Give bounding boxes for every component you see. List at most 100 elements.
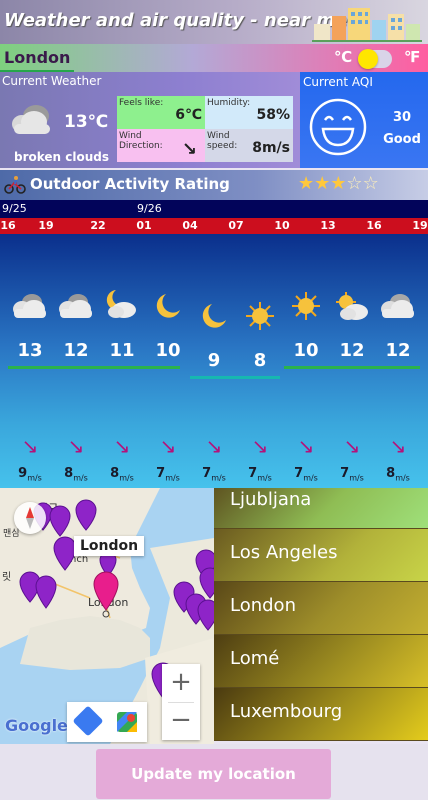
wind-speed-number: 8 — [64, 466, 74, 481]
weather-description: broken clouds — [14, 150, 110, 164]
wind-direction-arrow-icon: ↘ — [251, 434, 269, 458]
forecast-temperature: 12 — [63, 340, 89, 361]
forecast-hour: 01 — [136, 219, 152, 232]
wind-speed-number: 7 — [248, 466, 258, 481]
forecast-temperature: 12 — [385, 340, 411, 361]
activity-rating-label: Outdoor Activity Rating — [30, 175, 230, 193]
wind-direction-arrow-icon: ↘ — [113, 434, 131, 458]
forecast-temperature: 10 — [155, 340, 181, 361]
app-title: Weather and air quality - near me — [4, 10, 348, 31]
forecast-date: 9/26 — [137, 202, 162, 215]
sun-icon — [240, 300, 280, 332]
unit-toggle[interactable] — [358, 49, 392, 69]
city-skyline-icon — [312, 8, 422, 42]
temperature-trend-line — [284, 366, 420, 369]
wind-speed-number: 8 — [110, 466, 120, 481]
forecast-temperature: 13 — [17, 340, 43, 361]
forecast-wind-speed: 7m/s — [148, 466, 188, 483]
city-name: London — [230, 595, 296, 616]
wind-speed-number: 8 — [386, 466, 396, 481]
star-filled-icon: ★ — [298, 173, 315, 194]
forecast-wind-speed: 9m/s — [10, 466, 50, 483]
city-list-item[interactable]: Ljubljana — [214, 488, 428, 529]
city-name: Los Angeles — [230, 542, 338, 563]
forecast-wind-speed: 7m/s — [332, 466, 372, 483]
city-name: Lomé — [230, 648, 280, 669]
app-screen: Weather and air quality - near me London… — [0, 0, 428, 800]
cloudy-night-icon — [56, 290, 96, 322]
cloud-icon — [378, 290, 418, 322]
star-empty-icon: ☆ — [346, 173, 363, 194]
city-name: Luxembourg — [230, 701, 343, 722]
wind-direction-arrow-icon: ↘ — [343, 434, 361, 458]
fahrenheit-label: ℉ — [404, 48, 421, 66]
forecast-date: 9/25 — [2, 202, 27, 215]
location-bar: London ℃ ℉ — [0, 44, 428, 72]
weather-details-grid: Feels like: 6℃ Humidity: 58% Wind Direct… — [117, 96, 293, 162]
forecast-hour: 16 — [0, 219, 16, 232]
map-info-window[interactable]: London — [74, 536, 145, 556]
wind-direction-arrow-icon: ↘ — [21, 434, 39, 458]
forecast-wind-speed: 7m/s — [194, 466, 234, 483]
sun-icon — [286, 290, 326, 322]
wind-speed-unit: m/s — [257, 473, 272, 483]
city-list-item[interactable]: Luxembourg — [214, 688, 428, 741]
current-temperature: 13℃ — [64, 112, 109, 132]
forecast-temperature: 12 — [339, 340, 365, 361]
humidity-label: Humidity: — [207, 98, 251, 108]
feels-like-value: 6℃ — [175, 107, 202, 123]
forecast-hour: 04 — [182, 219, 198, 232]
forecast-wind-speed: 8m/s — [102, 466, 142, 483]
city-list-item[interactable]: Los Angeles — [214, 529, 428, 582]
map-view[interactable]: 여구 맨심 릿 nch London 파리 — [0, 488, 214, 744]
directions-icon[interactable] — [72, 705, 104, 737]
aqi-panel[interactable]: Current AQI 30 Good — [300, 72, 428, 168]
cyclist-icon — [4, 176, 26, 194]
wind-direction-label: Wind Direction: — [119, 131, 163, 151]
forecast-hours: 16 19 22 01 04 07 10 13 16 19 — [0, 218, 428, 234]
smiley-icon — [309, 98, 367, 156]
wind-direction-arrow-icon: ↘ — [297, 434, 315, 458]
wind-direction-arrow-icon: ↘ — [205, 434, 223, 458]
zoom-in-button[interactable]: + — [162, 664, 200, 702]
toggle-knob — [358, 49, 378, 69]
forecast-hour: 13 — [320, 219, 336, 232]
compass-icon[interactable] — [14, 502, 46, 534]
google-logo: Google — [5, 716, 68, 735]
moon-cloud-icon — [102, 288, 142, 320]
sun-cloud-icon — [332, 290, 372, 322]
wind-speed-value: 8m/s — [252, 140, 290, 156]
rating-stars: ★ ★ ★ ☆ ☆ — [298, 173, 379, 195]
forecast-temperature: 10 — [293, 340, 319, 361]
city-name: Ljubljana — [230, 489, 312, 510]
wind-speed-label: Wind speed: — [207, 131, 238, 151]
forecast-wind-speed: 8m/s — [378, 466, 418, 483]
wind-speed-number: 7 — [156, 466, 166, 481]
forecast-hour: 16 — [366, 219, 382, 232]
forecast-wind-speed: 7m/s — [286, 466, 326, 483]
wind-speed-unit: m/s — [395, 473, 410, 483]
wind-speed-unit: m/s — [303, 473, 318, 483]
zoom-control: + − — [162, 664, 200, 740]
city-list[interactable]: Ljubljana Los Angeles London Lomé Luxembourg — [214, 488, 428, 744]
city-list-item[interactable]: Lomé — [214, 635, 428, 688]
current-city[interactable]: London — [4, 48, 70, 67]
city-list-item[interactable]: London — [214, 582, 428, 635]
wind-direction-arrow-icon: ↘ — [389, 434, 407, 458]
star-filled-icon: ★ — [330, 173, 347, 194]
hourly-forecast[interactable]: 13 ↘ 9m/s 12 ↘ 8m/s 11 ↘ 8m/s 10 ↘ 7m/s 9 ↘ 7m/s 8 ↘ 7m/s… — [0, 234, 428, 488]
star-filled-icon: ★ — [314, 173, 331, 194]
google-maps-icon[interactable] — [115, 710, 139, 734]
wind-speed-unit: m/s — [211, 473, 226, 483]
zoom-out-button[interactable]: − — [162, 702, 200, 740]
forecast-hour: 22 — [90, 219, 106, 232]
update-location-button[interactable]: Update my location — [96, 749, 331, 799]
wind-direction-arrow-icon: ↘ — [67, 434, 85, 458]
aqi-value: 30 — [392, 110, 412, 125]
outdoor-activity-rating: Outdoor Activity Rating ★ ★ ★ ☆ ☆ — [0, 170, 428, 200]
star-empty-icon: ☆ — [362, 173, 379, 194]
moon-icon — [194, 300, 234, 332]
wind-speed-number: 7 — [202, 466, 212, 481]
forecast-wind-speed: 7m/s — [240, 466, 280, 483]
moon-icon — [148, 290, 188, 322]
